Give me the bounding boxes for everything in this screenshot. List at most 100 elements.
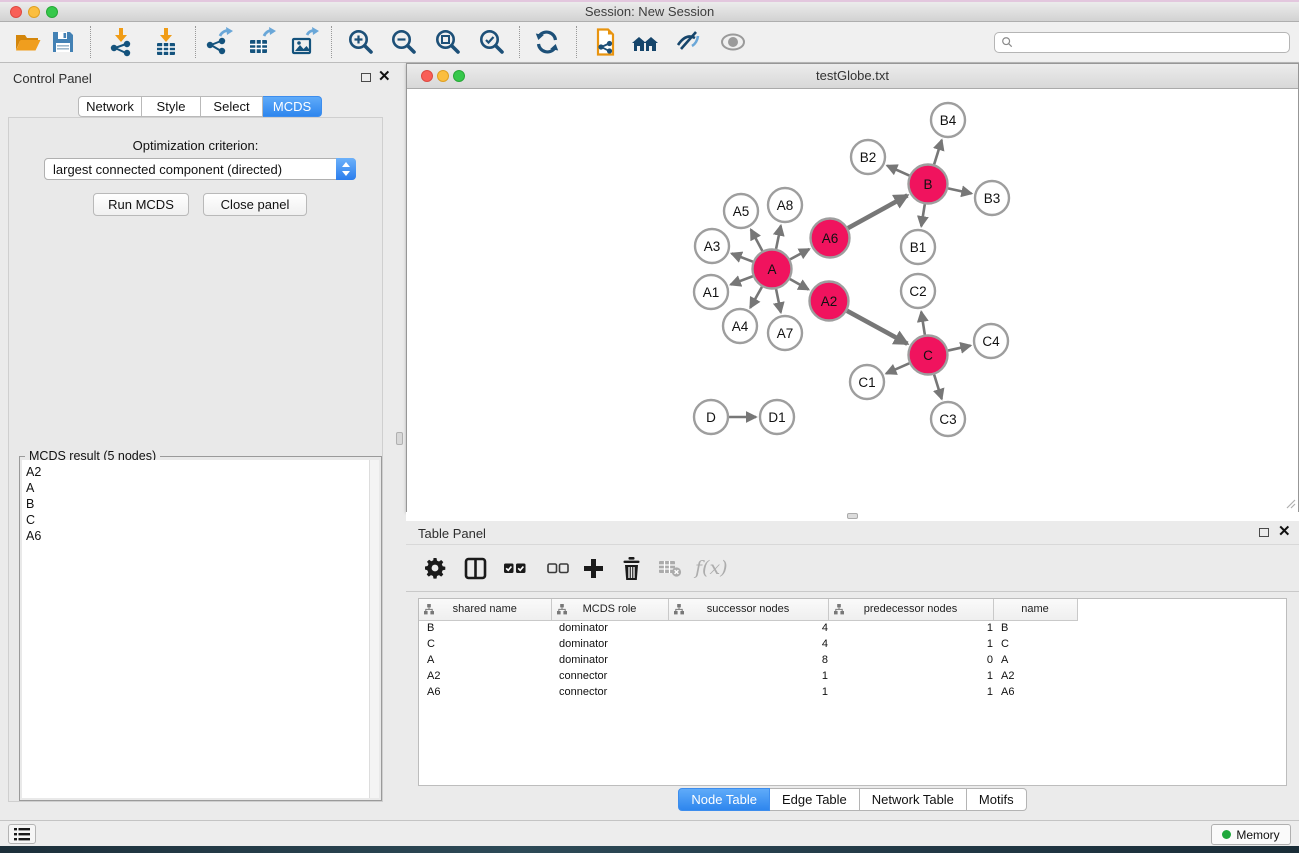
search-field[interactable] (994, 32, 1290, 53)
graph-edge[interactable] (790, 249, 809, 259)
graph-node-label: B3 (984, 191, 1001, 206)
new-network-icon[interactable] (590, 27, 620, 57)
close-panel-icon[interactable]: ✕ (378, 72, 391, 82)
tab-network-table[interactable]: Network Table (860, 788, 967, 811)
save-session-icon[interactable] (48, 27, 78, 57)
zoom-fit-icon[interactable] (433, 27, 463, 57)
node-table[interactable]: shared name MCDS role successor nodes pr… (418, 598, 1287, 786)
horizontal-split-divider[interactable] (406, 512, 1299, 521)
tab-node-table[interactable]: Node Table (678, 788, 770, 811)
delete-row-icon[interactable] (620, 557, 642, 580)
graph-node-label: A4 (732, 319, 749, 334)
first-neighbors-icon[interactable] (630, 27, 660, 57)
import-table-icon[interactable] (151, 27, 181, 57)
graph-edge[interactable] (921, 204, 924, 226)
zoom-out-icon[interactable] (389, 27, 419, 57)
run-mcds-button[interactable]: Run MCDS (93, 193, 189, 216)
table-row[interactable]: Bdominator41B (419, 620, 1286, 636)
select-all-checkboxes-icon[interactable] (504, 557, 526, 579)
table-panel: Table Panel ✕ f(x) (406, 521, 1299, 820)
graph-edge[interactable] (776, 226, 781, 249)
table-row[interactable]: Adominator80A (419, 652, 1286, 668)
network-window-titlebar[interactable]: testGlobe.txt (407, 64, 1298, 89)
col-predecessor-nodes[interactable]: predecessor nodes (828, 599, 993, 620)
graph-node-label: C3 (939, 412, 956, 427)
graph-edge[interactable] (886, 363, 909, 373)
optimization-criterion-select[interactable]: largest connected component (directed) (44, 158, 356, 180)
toolbar-separator (195, 26, 196, 58)
tab-style[interactable]: Style (142, 96, 201, 117)
col-successor-nodes[interactable]: successor nodes (668, 599, 828, 620)
float-panel-icon[interactable] (361, 73, 371, 82)
graph-edge[interactable] (790, 279, 809, 289)
table-row[interactable]: Cdominator41C (419, 636, 1286, 652)
result-item[interactable]: B (26, 496, 369, 512)
zoom-in-icon[interactable] (346, 27, 376, 57)
refresh-view-icon[interactable] (532, 27, 562, 57)
toolbar-separator (331, 26, 332, 58)
network-graph[interactable]: B4B2BB3A5A8A6A3B1AA1C2A2A4A7C4CC1DD1C3 (407, 89, 1298, 512)
deselect-all-checkboxes-icon[interactable] (547, 557, 569, 579)
table-row[interactable]: A6connector11A6 (419, 684, 1286, 700)
graph-edge[interactable] (751, 230, 762, 251)
mcds-result-list[interactable]: A2 A B C A6 (22, 460, 369, 798)
export-table-icon[interactable] (246, 27, 276, 57)
graph-edge[interactable] (948, 188, 971, 193)
graph-edge[interactable] (731, 276, 753, 284)
result-item[interactable]: A (26, 480, 369, 496)
show-columns-icon[interactable] (463, 557, 487, 580)
open-session-icon[interactable] (13, 27, 43, 57)
memory-button[interactable]: Memory (1211, 824, 1291, 845)
table-settings-icon[interactable] (423, 557, 447, 579)
col-name[interactable]: name (993, 599, 1077, 620)
graph-node-label: C2 (909, 284, 926, 299)
export-network-icon[interactable] (204, 27, 234, 57)
show-panel-list-button[interactable] (8, 824, 36, 844)
tab-motifs[interactable]: Motifs (967, 788, 1027, 811)
zoom-selected-icon[interactable] (477, 27, 507, 57)
tab-network[interactable]: Network (78, 96, 142, 117)
float-table-panel-icon[interactable] (1259, 528, 1269, 537)
close-table-panel-icon[interactable]: ✕ (1278, 527, 1291, 537)
graph-edge[interactable] (948, 346, 970, 351)
graph-edge[interactable] (934, 375, 942, 399)
graph-node-label: C4 (982, 334, 1000, 349)
graph-node-label: C (923, 348, 933, 363)
memory-label: Memory (1236, 828, 1279, 842)
table-toolbar: f(x) (406, 544, 1299, 592)
network-canvas[interactable]: B4B2BB3A5A8A6A3B1AA1C2A2A4A7C4CC1DD1C3 (407, 89, 1298, 512)
graph-node-label: A7 (777, 326, 794, 341)
result-item[interactable]: C (26, 512, 369, 528)
graph-edge[interactable] (847, 311, 907, 344)
tab-select[interactable]: Select (201, 96, 263, 117)
graph-edge[interactable] (934, 140, 942, 164)
table-row[interactable]: A2connector11A2 (419, 668, 1286, 684)
status-bar: Memory (0, 820, 1299, 846)
cytoscape-app: Session: New Session (0, 0, 1299, 853)
graph-edge[interactable] (732, 254, 753, 262)
col-shared-name[interactable]: shared name (419, 599, 551, 620)
graph-edge[interactable] (776, 289, 781, 312)
add-row-icon[interactable] (582, 558, 604, 579)
graph-edge[interactable] (921, 312, 925, 335)
import-network-icon[interactable] (106, 27, 136, 57)
window-resize-grip[interactable] (1284, 497, 1296, 509)
tab-edge-table[interactable]: Edge Table (770, 788, 860, 811)
graph-edge[interactable] (887, 166, 909, 176)
col-mcds-role[interactable]: MCDS role (551, 599, 668, 620)
tab-mcds[interactable]: MCDS (263, 96, 322, 117)
graph-edge[interactable] (750, 287, 762, 308)
dropdown-stepper-icon (336, 158, 356, 180)
search-input[interactable] (1013, 35, 1289, 49)
close-panel-button[interactable]: Close panel (203, 193, 307, 216)
list-icon (14, 828, 30, 841)
result-item[interactable]: A2 (26, 464, 369, 480)
hide-graphics-details-icon[interactable] (673, 27, 703, 57)
horizontal-split-handle[interactable] (847, 513, 858, 519)
main-toolbar (0, 22, 1299, 63)
export-image-icon[interactable] (289, 27, 319, 57)
vertical-split-handle[interactable] (396, 432, 403, 445)
result-scrollbar[interactable] (369, 460, 379, 798)
graph-edge[interactable] (848, 195, 907, 228)
result-item[interactable]: A6 (26, 528, 369, 544)
